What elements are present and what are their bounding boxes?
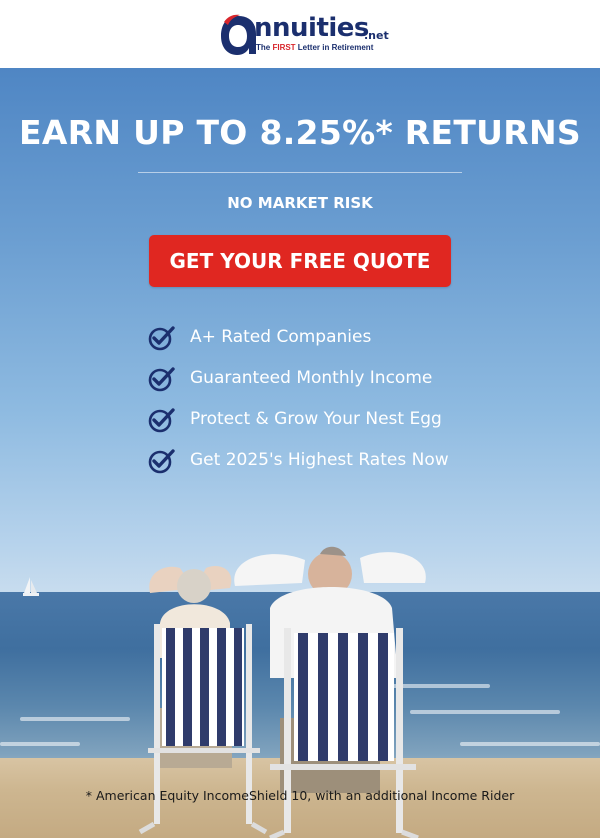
- subhead: NO MARKET RISK: [227, 194, 373, 212]
- sailboat-icon: [23, 577, 39, 596]
- list-item: Protect & Grow Your Nest Egg: [148, 405, 478, 446]
- list-item: A+ Rated Companies: [148, 323, 478, 364]
- logo-word: nnuities: [254, 13, 369, 43]
- logo-a-mark-icon: [221, 14, 256, 55]
- ad-page: nnuities .net The FIRST Letter in Retire…: [0, 0, 600, 838]
- wave: [0, 742, 80, 746]
- hero-banner: EARN UP TO 8.25%* RETURNS NO MARKET RISK…: [0, 68, 600, 838]
- feature-label: Guaranteed Monthly Income: [190, 368, 433, 388]
- logo-tagline: The FIRST Letter in Retirement: [256, 43, 373, 53]
- disclaimer-text: * American Equity IncomeShield 10, with …: [85, 788, 515, 803]
- logo-tld: .net: [364, 29, 389, 42]
- get-free-quote-button[interactable]: GET YOUR FREE QUOTE: [149, 235, 451, 287]
- tagline-suffix: Letter in Retirement: [295, 43, 374, 52]
- feature-label: A+ Rated Companies: [190, 327, 372, 347]
- checkmark-circle-icon: [148, 367, 175, 392]
- tagline-prefix: The: [256, 43, 273, 52]
- headline: EARN UP TO 8.25%* RETURNS: [19, 113, 581, 152]
- feature-label: Get 2025's Highest Rates Now: [190, 450, 449, 470]
- tagline-first: FIRST: [272, 43, 296, 52]
- checkmark-circle-icon: [148, 326, 175, 351]
- list-item: Guaranteed Monthly Income: [148, 364, 478, 405]
- feature-list: A+ Rated Companies Guaranteed Monthly In…: [148, 323, 478, 487]
- annuities-logo[interactable]: nnuities .net The FIRST Letter in Retire…: [218, 12, 389, 58]
- divider: [138, 172, 462, 173]
- list-item: Get 2025's Highest Rates Now: [148, 446, 478, 487]
- feature-label: Protect & Grow Your Nest Egg: [190, 409, 442, 429]
- wave: [20, 717, 130, 721]
- header: nnuities .net The FIRST Letter in Retire…: [0, 0, 600, 68]
- checkmark-circle-icon: [148, 408, 175, 433]
- wave: [460, 742, 600, 746]
- checkmark-circle-icon: [148, 449, 175, 474]
